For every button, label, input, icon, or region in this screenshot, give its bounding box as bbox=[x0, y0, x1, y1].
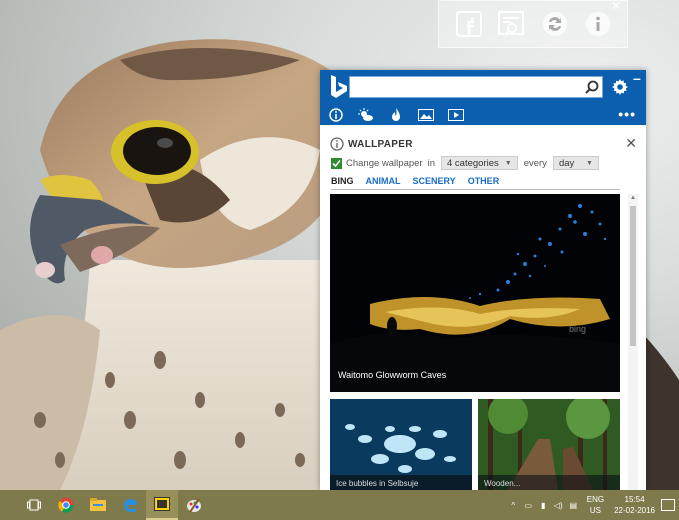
weather-icon[interactable] bbox=[352, 104, 380, 125]
scrollbar-thumb[interactable] bbox=[630, 206, 636, 346]
search-input[interactable] bbox=[349, 76, 603, 98]
panel-nav bbox=[320, 104, 646, 125]
battery-icon[interactable]: ▮ bbox=[536, 501, 551, 510]
chevron-down-icon: ▼ bbox=[504, 159, 512, 167]
chrome-icon[interactable] bbox=[50, 490, 82, 520]
wallpaper-options: Change wallpaper in 4 categories ▼ every… bbox=[331, 156, 605, 170]
info-icon[interactable] bbox=[322, 104, 350, 125]
tab-animal[interactable]: ANIMAL bbox=[366, 176, 401, 189]
glowworm-cave-image bbox=[330, 194, 620, 392]
volume-icon[interactable]: ◁) bbox=[551, 501, 566, 510]
language-code: ENG bbox=[586, 495, 605, 504]
wallpaper-caption: Wooden... bbox=[484, 479, 521, 488]
wallpaper-gallery: bing Waitomo Glowworm Caves Ice bubbles … bbox=[330, 194, 622, 490]
wallpaper-thumbnail[interactable]: Wooden... bbox=[478, 399, 620, 490]
wallpaper-thumbnail[interactable]: Ice bubbles in Selbsuje bbox=[330, 399, 472, 490]
info-icon bbox=[330, 137, 344, 151]
file-explorer-icon[interactable] bbox=[82, 490, 114, 520]
bing-desktop-panel: – ••• WALLPAPER ✕ Change wallpaper in 4 … bbox=[320, 70, 646, 490]
wallpaper-tabs: BING ANIMAL SCENERY OTHER bbox=[331, 176, 620, 190]
forest-boardwalk-image bbox=[478, 399, 620, 490]
close-icon[interactable]: ✕ bbox=[625, 135, 637, 152]
chevron-up-icon[interactable]: ^ bbox=[506, 501, 521, 510]
floating-toolbar: ✕ bbox=[438, 0, 628, 48]
video-icon[interactable] bbox=[442, 104, 470, 125]
wallpaper-caption: Waitomo Glowworm Caves bbox=[338, 370, 447, 380]
keyboard-icon[interactable]: ▤ bbox=[566, 501, 581, 510]
bing-watermark: bing bbox=[568, 324, 586, 334]
image-icon[interactable] bbox=[412, 104, 440, 125]
section-title: WALLPAPER bbox=[348, 138, 413, 150]
categories-select[interactable]: 4 categories ▼ bbox=[441, 156, 518, 170]
edge-icon[interactable] bbox=[114, 490, 146, 520]
paint-icon[interactable] bbox=[178, 490, 210, 520]
notification-icon[interactable] bbox=[661, 499, 675, 511]
bing-logo-icon bbox=[331, 75, 347, 98]
clock-time: 15:54 bbox=[624, 495, 645, 504]
panel-header: – ••• bbox=[320, 70, 646, 125]
clock-date: 22-02-2016 bbox=[614, 506, 655, 515]
chevron-down-icon: ▼ bbox=[586, 159, 593, 167]
refresh-icon[interactable] bbox=[540, 9, 570, 39]
task-view-icon[interactable] bbox=[18, 490, 50, 520]
news-search-icon[interactable] bbox=[497, 9, 527, 39]
trending-icon[interactable] bbox=[382, 104, 410, 125]
wallpaper-thumbnail-large[interactable]: bing Waitomo Glowworm Caves bbox=[330, 194, 620, 392]
facebook-icon[interactable] bbox=[454, 9, 484, 39]
tab-other[interactable]: OTHER bbox=[468, 176, 500, 189]
network-icon[interactable]: ▭ bbox=[521, 501, 536, 510]
tab-scenery[interactable]: SCENERY bbox=[413, 176, 456, 189]
language-indicator[interactable]: ENG US bbox=[587, 494, 604, 516]
taskbar: ^ ▭ ▮ ◁) ▤ ENG US 15:54 22-02-2016 bbox=[0, 490, 679, 520]
interval-select[interactable]: day ▼ bbox=[552, 156, 599, 170]
change-wallpaper-label: Change wallpaper bbox=[346, 157, 423, 169]
info-icon[interactable] bbox=[583, 9, 613, 39]
categories-value: 4 categories bbox=[447, 157, 499, 169]
bing-app-icon[interactable] bbox=[146, 490, 178, 520]
in-label: in bbox=[427, 157, 435, 169]
gear-icon[interactable] bbox=[610, 76, 630, 98]
every-label: every bbox=[523, 157, 547, 169]
minimize-icon[interactable]: – bbox=[633, 70, 641, 86]
more-options-icon[interactable]: ••• bbox=[618, 106, 636, 122]
wallpaper-section-header: WALLPAPER bbox=[330, 136, 413, 152]
tab-bing[interactable]: BING bbox=[331, 176, 354, 189]
scroll-up-icon[interactable]: ▲ bbox=[630, 195, 636, 201]
change-wallpaper-checkbox[interactable] bbox=[331, 157, 342, 169]
interval-value: day bbox=[558, 157, 575, 169]
region-code: US bbox=[589, 506, 601, 515]
system-tray: ^ ▭ ▮ ◁) ▤ ENG US 15:54 22-02-2016 bbox=[506, 490, 679, 520]
close-icon[interactable]: ✕ bbox=[611, 0, 621, 13]
search-icon[interactable] bbox=[581, 77, 603, 97]
clock[interactable]: 15:54 22-02-2016 bbox=[614, 494, 655, 516]
gallery-scrollbar[interactable]: ▲ bbox=[628, 194, 638, 490]
ice-bubbles-image bbox=[330, 399, 472, 490]
wallpaper-caption: Ice bubbles in Selbsuje bbox=[336, 479, 419, 488]
